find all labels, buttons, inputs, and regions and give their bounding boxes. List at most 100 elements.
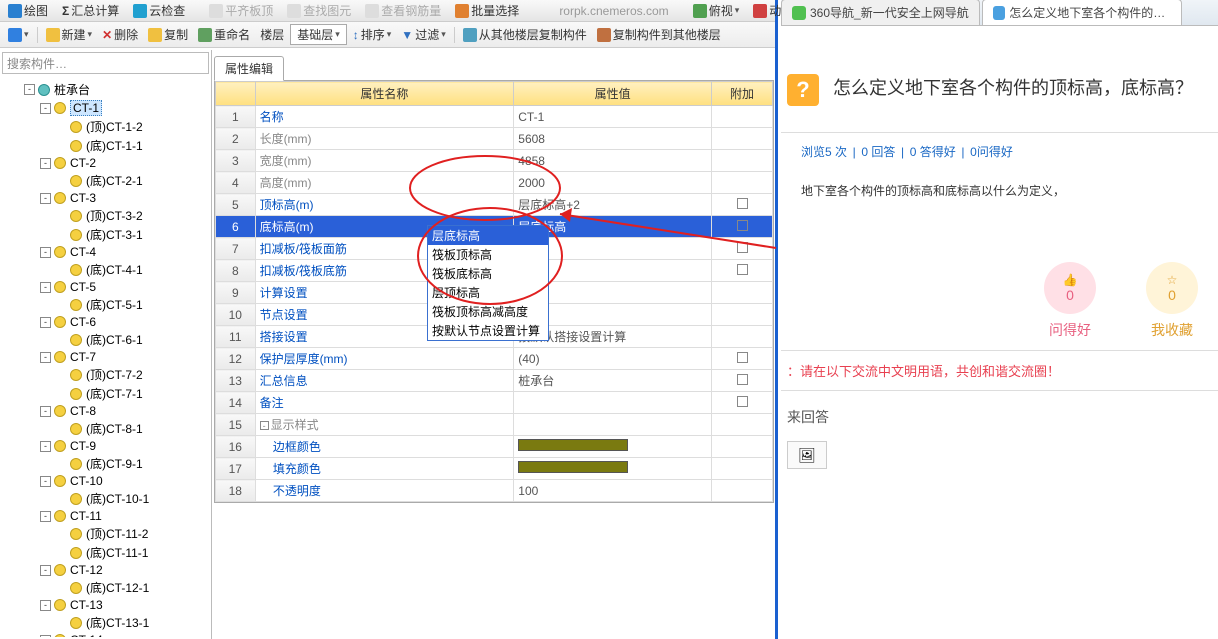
- dropdown-option[interactable]: 筏板顶标高减高度: [428, 302, 548, 321]
- property-row[interactable]: 1名称CT-1: [216, 106, 773, 128]
- prop-extra[interactable]: [712, 458, 773, 480]
- meta-good[interactable]: 0 答得好: [910, 145, 956, 159]
- tree-node[interactable]: (底)CT-3-1: [2, 225, 209, 244]
- tree-node[interactable]: -CT-7: [2, 349, 209, 365]
- tab-property-edit[interactable]: 属性编辑: [214, 56, 284, 81]
- value-dropdown[interactable]: 层底标高筏板顶标高筏板底标高层顶标高筏板顶标高减高度按默认节点设置计算: [427, 225, 549, 341]
- browser-tab[interactable]: 怎么定义地下室各个构件的顶标高: [982, 0, 1182, 25]
- tree-node[interactable]: -CT-5: [2, 279, 209, 295]
- btn-delete[interactable]: ✕删除: [98, 25, 142, 44]
- tree-node[interactable]: -CT-6: [2, 314, 209, 330]
- property-row[interactable]: 18 不透明度100: [216, 480, 773, 502]
- tree-node[interactable]: -CT-8: [2, 403, 209, 419]
- tree-node[interactable]: (底)CT-1-1: [2, 136, 209, 155]
- prop-extra[interactable]: [712, 282, 773, 304]
- menu-sumcalc[interactable]: Σ汇总计算: [58, 1, 123, 20]
- tree-node[interactable]: (底)CT-9-1: [2, 454, 209, 473]
- tree-node[interactable]: (顶)CT-3-2: [2, 206, 209, 225]
- prop-value[interactable]: [514, 436, 712, 458]
- tree-node[interactable]: -CT-10: [2, 473, 209, 489]
- btn-rename[interactable]: 重命名: [194, 25, 254, 44]
- checkbox[interactable]: [737, 264, 748, 275]
- tree-node[interactable]: -CT-1: [2, 99, 209, 117]
- expand-icon[interactable]: -: [40, 247, 51, 258]
- prop-value[interactable]: [514, 414, 712, 436]
- tree-node[interactable]: -CT-4: [2, 244, 209, 260]
- tree-node[interactable]: (底)CT-12-1: [2, 578, 209, 597]
- prop-extra[interactable]: [712, 480, 773, 502]
- prop-extra[interactable]: [712, 436, 773, 458]
- tree-node[interactable]: (底)CT-11-1: [2, 543, 209, 562]
- prop-extra[interactable]: [712, 260, 773, 282]
- expand-icon[interactable]: -: [40, 565, 51, 576]
- btn-copytoother[interactable]: 复制构件到其他楼层: [593, 25, 725, 44]
- btn-sort[interactable]: ↕排序▾: [349, 25, 396, 44]
- prop-extra[interactable]: [712, 304, 773, 326]
- property-row[interactable]: 4高度(mm)2000: [216, 172, 773, 194]
- property-row[interactable]: 5顶标高(m)层底标高+2: [216, 194, 773, 216]
- tree-node[interactable]: -CT-2: [2, 155, 209, 171]
- like-button[interactable]: 👍 0 问得好: [1044, 262, 1096, 340]
- property-row[interactable]: 14备注: [216, 392, 773, 414]
- expand-icon[interactable]: -: [40, 600, 51, 611]
- checkbox[interactable]: [737, 396, 748, 407]
- menu-cloudcheck[interactable]: 云检查: [129, 1, 189, 20]
- prop-value[interactable]: [514, 458, 712, 480]
- checkbox[interactable]: [737, 198, 748, 209]
- dropdown-option[interactable]: 层顶标高: [428, 283, 548, 302]
- prop-value[interactable]: 层底标高+2: [514, 194, 712, 216]
- expand-icon[interactable]: -: [40, 441, 51, 452]
- tree-node[interactable]: -CT-13: [2, 597, 209, 613]
- prop-value[interactable]: 桩承台: [514, 370, 712, 392]
- checkbox[interactable]: [737, 220, 748, 231]
- expand-icon[interactable]: -: [40, 193, 51, 204]
- expand-icon[interactable]: -: [40, 352, 51, 363]
- prop-value[interactable]: [514, 392, 712, 414]
- tree-node[interactable]: (底)CT-7-1: [2, 384, 209, 403]
- expand-icon[interactable]: -: [40, 511, 51, 522]
- expand-icon[interactable]: -: [40, 476, 51, 487]
- checkbox[interactable]: [737, 374, 748, 385]
- tree-node[interactable]: (顶)CT-11-2: [2, 524, 209, 543]
- btn-new[interactable]: 新建▾: [42, 25, 97, 44]
- tree-node[interactable]: (底)CT-4-1: [2, 260, 209, 279]
- property-row[interactable]: 16 边框颜色: [216, 436, 773, 458]
- prop-extra[interactable]: [712, 326, 773, 348]
- tree-node[interactable]: (底)CT-8-1: [2, 419, 209, 438]
- expand-icon[interactable]: -: [40, 103, 51, 114]
- tree-node[interactable]: (底)CT-5-1: [2, 295, 209, 314]
- tree-node[interactable]: (底)CT-13-1: [2, 613, 209, 632]
- component-tree[interactable]: -桩承台-CT-1(顶)CT-1-2(底)CT-1-1-CT-2(底)CT-2-…: [0, 76, 211, 637]
- prop-extra[interactable]: [712, 106, 773, 128]
- menu-batchselect[interactable]: 批量选择: [451, 1, 523, 20]
- prop-extra[interactable]: [712, 414, 773, 436]
- tree-node[interactable]: (底)CT-2-1: [2, 171, 209, 190]
- dropdown-option[interactable]: 筏板顶标高: [428, 245, 548, 264]
- checkbox[interactable]: [737, 352, 748, 363]
- property-row[interactable]: 17 填充颜色: [216, 458, 773, 480]
- dropdown-option[interactable]: 按默认节点设置计算: [428, 321, 548, 340]
- tree-node[interactable]: (底)CT-10-1: [2, 489, 209, 508]
- menu-checkrebar[interactable]: 查看钢筋量: [361, 1, 445, 20]
- tree-node[interactable]: (底)CT-6-1: [2, 330, 209, 349]
- property-row[interactable]: 3宽度(mm)4858: [216, 150, 773, 172]
- meta-answers[interactable]: 0 回答: [861, 145, 895, 159]
- search-input[interactable]: 搜索构件…: [2, 52, 209, 74]
- btn-iconblue[interactable]: ▾: [4, 27, 33, 43]
- tree-node[interactable]: (顶)CT-7-2: [2, 365, 209, 384]
- dropdown-option[interactable]: 筏板底标高: [428, 264, 548, 283]
- tree-node[interactable]: -CT-3: [2, 190, 209, 206]
- expand-icon[interactable]: -: [40, 158, 51, 169]
- prop-extra[interactable]: [712, 392, 773, 414]
- checkbox[interactable]: [737, 242, 748, 253]
- prop-extra[interactable]: [712, 128, 773, 150]
- menu-flatslab[interactable]: 平齐板顶: [205, 1, 277, 20]
- prop-value[interactable]: (40): [514, 348, 712, 370]
- expand-icon[interactable]: -: [24, 84, 35, 95]
- meta-askgood[interactable]: 0问得好: [970, 145, 1013, 159]
- prop-value[interactable]: 100: [514, 480, 712, 502]
- browser-tab[interactable]: 360导航_新一代安全上网导航: [781, 0, 980, 25]
- prop-value[interactable]: 2000: [514, 172, 712, 194]
- prop-extra[interactable]: [712, 348, 773, 370]
- prop-value[interactable]: CT-1: [514, 106, 712, 128]
